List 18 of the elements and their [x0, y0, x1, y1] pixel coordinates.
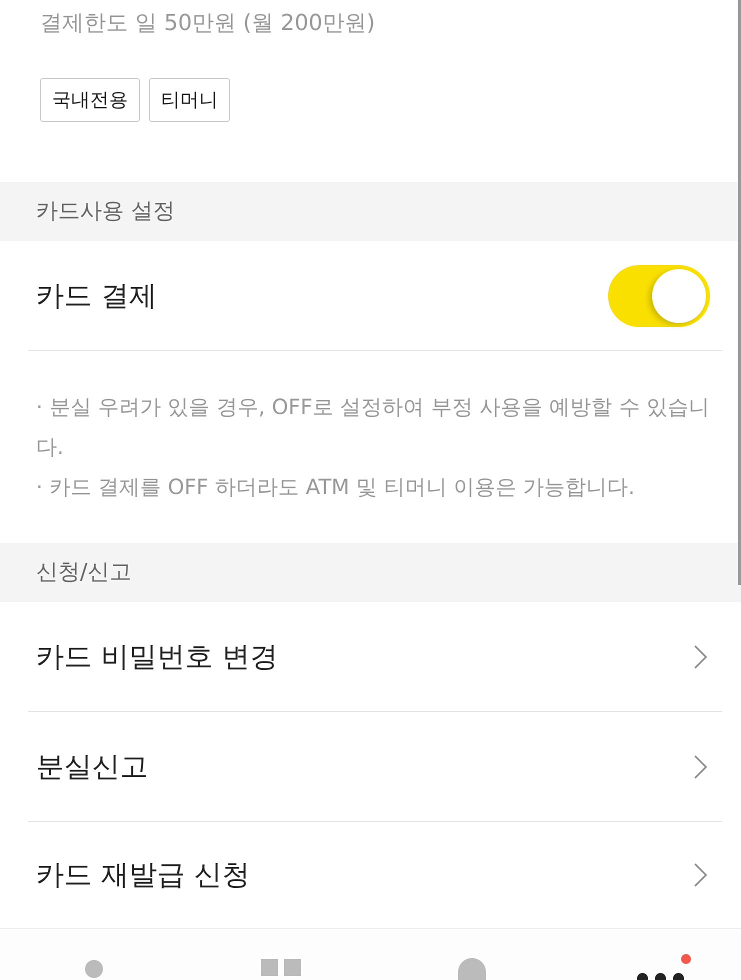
chevron-right-icon	[694, 644, 707, 668]
tag-label: 티머니	[149, 78, 230, 122]
chevron-right-icon	[694, 754, 707, 778]
section-title: 신청/신고	[36, 559, 132, 587]
circle-icon[interactable]	[84, 960, 103, 978]
menu-item[interactable]: 카드 재발급 신청	[28, 822, 722, 927]
more-dots-icon[interactable]	[636, 973, 684, 980]
squares-icon[interactable]	[260, 959, 301, 976]
note-text: · 분실 우려가 있을 경우, OFF로 설정하여 부정 사용을 예방할 수 있습니다.	[36, 394, 710, 461]
menu-item[interactable]: 카드 비밀번호 변경	[28, 602, 722, 712]
chevron-right-icon	[694, 862, 707, 886]
menu-item[interactable]: 분실신고	[28, 712, 722, 822]
setting-label: 카드 결제	[36, 278, 157, 314]
section-title: 카드사용 설정	[36, 198, 175, 226]
payment-limit-text: 결제한도 일 50만원 (월 200만원)	[40, 10, 376, 38]
tag-label: 국내전용	[40, 78, 140, 122]
dome-icon[interactable]	[458, 958, 486, 980]
note-text: · 카드 결제를 OFF 하더라도 ATM 및 티머니 이용은 가능합니다.	[36, 474, 636, 501]
